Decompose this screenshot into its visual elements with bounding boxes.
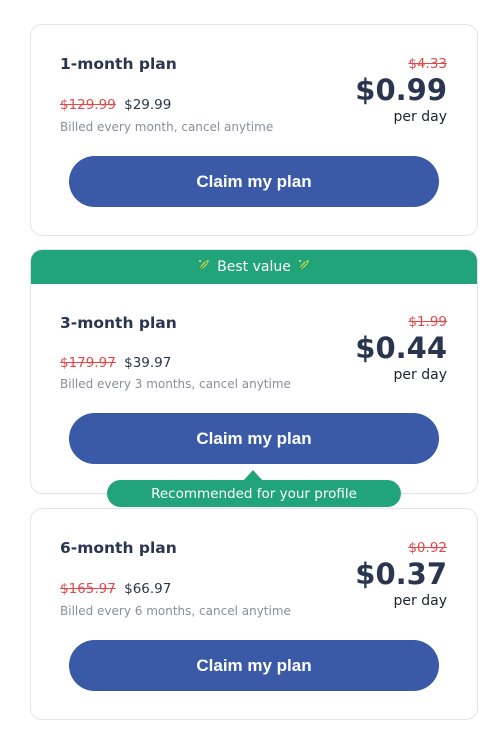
daily-price-block: $1.99 $0.44 per day	[355, 314, 447, 383]
per-day-label: per day	[393, 367, 447, 383]
daily-price: $0.44	[355, 331, 447, 365]
banner-label: Best value	[217, 259, 291, 275]
plan-card-1-month[interactable]: 1-month plan $129.99 $29.99 Billed every…	[30, 24, 478, 236]
best-value-banner: Best value	[31, 250, 477, 284]
daily-price-block: $0.92 $0.37 per day	[355, 540, 447, 609]
new-total-price: $29.99	[124, 97, 172, 113]
price-row: $179.97 $39.97	[60, 355, 171, 371]
claim-plan-button[interactable]: Claim my plan	[69, 156, 439, 207]
plan-name: 6-month plan	[60, 539, 177, 557]
old-total-price: $165.97	[60, 581, 116, 597]
daily-price-block: $4.33 $0.99 per day	[355, 56, 447, 125]
new-total-price: $39.97	[124, 355, 172, 371]
new-total-price: $66.97	[124, 581, 172, 597]
daily-price: $0.37	[355, 557, 447, 591]
per-day-label: per day	[393, 593, 447, 609]
claim-plan-button[interactable]: Claim my plan	[69, 640, 439, 691]
plan-name: 1-month plan	[60, 55, 177, 73]
plan-card-6-month[interactable]: 6-month plan $165.97 $66.97 Billed every…	[30, 508, 478, 720]
price-row: $165.97 $66.97	[60, 581, 171, 597]
daily-price: $0.99	[355, 73, 447, 107]
old-daily-price: $1.99	[408, 314, 447, 330]
old-total-price: $129.99	[60, 97, 116, 113]
billing-note: Billed every 6 months, cancel anytime	[60, 604, 291, 618]
per-day-label: per day	[393, 109, 447, 125]
old-daily-price: $4.33	[408, 56, 447, 72]
old-total-price: $179.97	[60, 355, 116, 371]
claim-plan-button[interactable]: Claim my plan	[69, 413, 439, 464]
plan-name: 3-month plan	[60, 314, 177, 332]
billing-note: Billed every 3 months, cancel anytime	[60, 377, 291, 391]
price-row: $129.99 $29.99	[60, 97, 171, 113]
old-daily-price: $0.92	[408, 540, 447, 556]
recommended-badge: Recommended for your profile	[107, 480, 401, 507]
billing-note: Billed every month, cancel anytime	[60, 120, 274, 134]
plan-card-3-month[interactable]: Best value 3-month plan $179.97 $39.97 B…	[30, 249, 478, 494]
leaf-sparkle-icon	[297, 258, 311, 276]
leaf-sparkle-icon	[197, 258, 211, 276]
